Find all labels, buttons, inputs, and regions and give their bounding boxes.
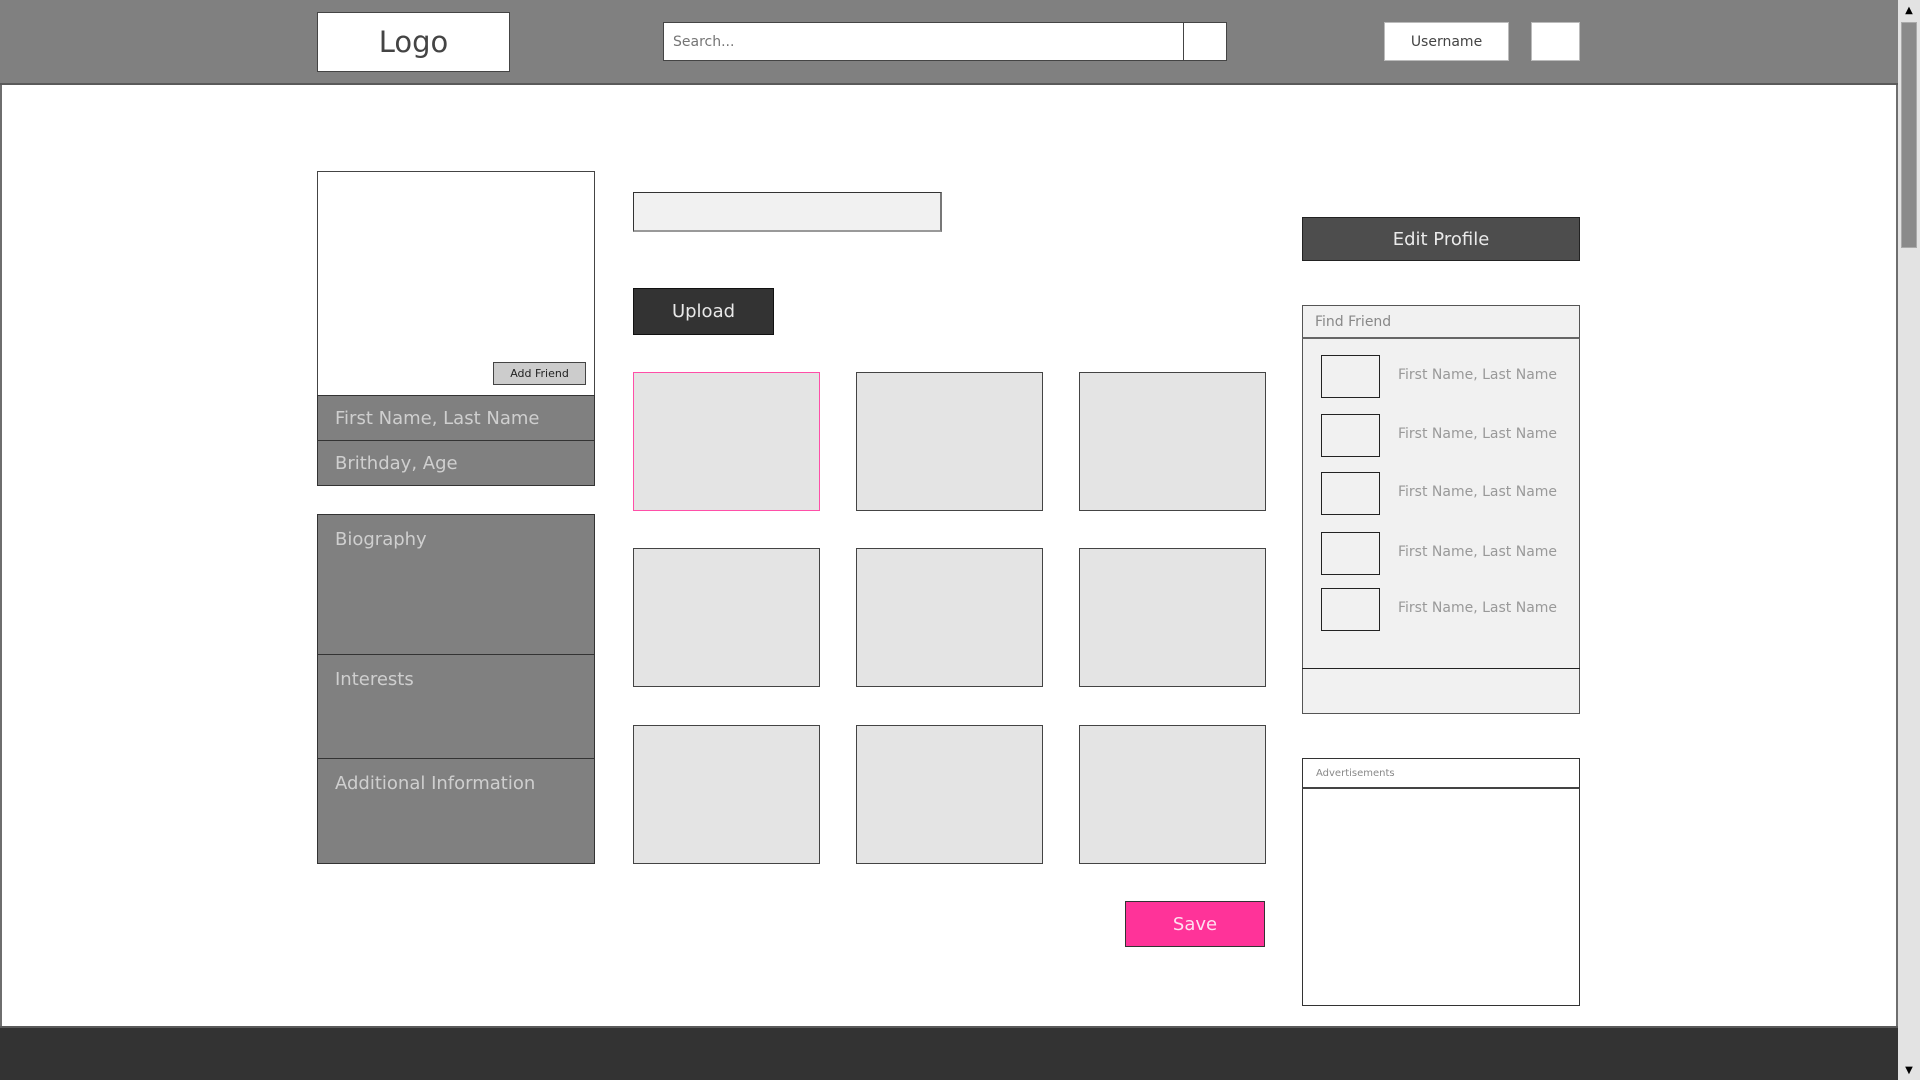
photo-thumbnail[interactable] [1079,372,1266,511]
edit-profile-button[interactable]: Edit Profile [1302,217,1580,261]
advertisements-title: Advertisements [1302,758,1580,789]
add-friend-button[interactable]: Add Friend [493,362,586,385]
biography-section: Biography [317,514,595,655]
photo-thumbnail[interactable] [633,725,820,864]
interests-section: Interests [317,654,595,759]
friend-avatar[interactable] [1321,414,1380,457]
upload-button[interactable]: Upload [633,288,774,335]
profile-name: First Name, Last Name [317,395,595,441]
friend-name[interactable]: First Name, Last Name [1398,484,1557,500]
friend-avatar[interactable] [1321,588,1380,631]
username-button[interactable]: Username [1384,22,1509,61]
photo-thumbnail[interactable] [1079,725,1266,864]
file-path-field[interactable] [633,192,942,232]
friend-name[interactable]: First Name, Last Name [1398,544,1557,560]
menu-button[interactable] [1531,22,1580,61]
photo-thumbnail[interactable] [633,372,820,511]
photo-thumbnail[interactable] [633,548,820,687]
search-button[interactable] [1183,22,1227,61]
friend-avatar[interactable] [1321,355,1380,398]
friend-name[interactable]: First Name, Last Name [1398,600,1557,616]
search-input[interactable] [663,22,1184,61]
scrollbar-thumb[interactable] [1901,22,1917,248]
find-friend-title: Find Friend [1302,305,1580,339]
scroll-down-arrow-icon[interactable]: ▼ [1898,1060,1920,1080]
photo-thumbnail[interactable] [856,548,1043,687]
friend-name[interactable]: First Name, Last Name [1398,426,1557,442]
photo-thumbnail[interactable] [1079,548,1266,687]
find-friend-footer [1302,668,1580,714]
advertisements-panel [1302,758,1580,1006]
friend-avatar[interactable] [1321,472,1380,515]
scroll-up-arrow-icon[interactable]: ▲ [1898,0,1920,20]
logo[interactable]: Logo [317,12,510,72]
photo-thumbnail[interactable] [856,372,1043,511]
additional-info-section: Additional Information [317,758,595,864]
photo-thumbnail[interactable] [856,725,1043,864]
save-button[interactable]: Save [1125,901,1265,947]
footer-bar [0,1026,1898,1080]
friend-name[interactable]: First Name, Last Name [1398,367,1557,383]
friend-avatar[interactable] [1321,532,1380,575]
profile-birthday: Brithday, Age [317,440,595,486]
